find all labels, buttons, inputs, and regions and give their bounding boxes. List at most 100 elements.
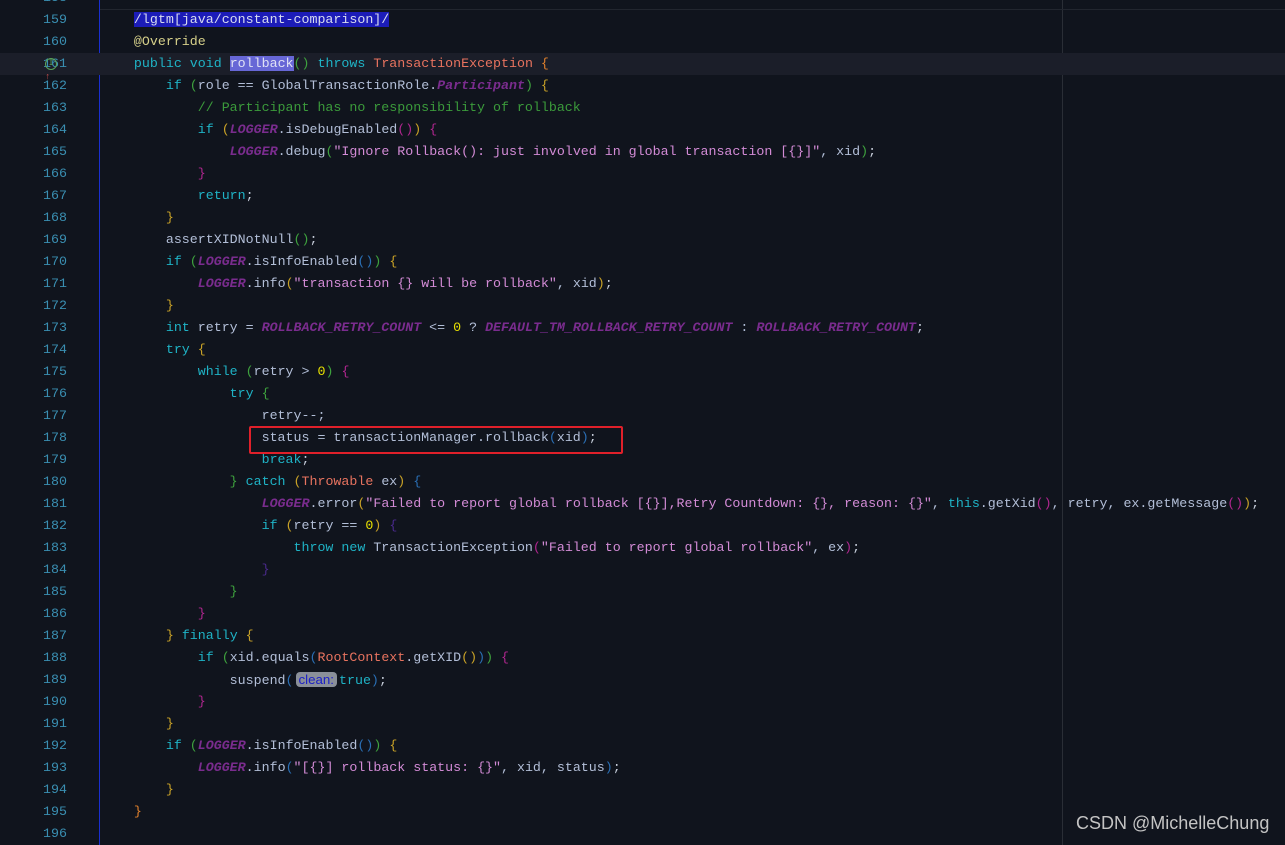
code-text[interactable]: if (LOGGER.isInfoEnabled()) { bbox=[102, 735, 397, 757]
code-text[interactable]: @Override bbox=[102, 31, 206, 53]
code-line[interactable]: 170 if (LOGGER.isInfoEnabled()) { bbox=[0, 251, 1285, 273]
code-line[interactable]: 164 if (LOGGER.isDebugEnabled()) { bbox=[0, 119, 1285, 141]
code-line[interactable]: 181 LOGGER.error("Failed to report globa… bbox=[0, 493, 1285, 515]
line-number[interactable]: 189 bbox=[0, 669, 67, 691]
line-number[interactable]: 188 bbox=[0, 647, 67, 669]
code-text[interactable]: LOGGER.debug("Ignore Rollback(): just in… bbox=[102, 141, 876, 163]
implements-override-icon[interactable]: I↑ bbox=[45, 56, 59, 82]
code-text[interactable]: try { bbox=[102, 383, 270, 405]
code-line[interactable]: 191 } bbox=[0, 713, 1285, 735]
code-line[interactable]: 176 try { bbox=[0, 383, 1285, 405]
line-number[interactable]: 191 bbox=[0, 713, 67, 735]
line-number[interactable]: 190 bbox=[0, 691, 67, 713]
code-text[interactable]: int retry = ROLLBACK_RETRY_COUNT <= 0 ? … bbox=[102, 317, 924, 339]
code-text[interactable]: } bbox=[102, 207, 174, 229]
line-number[interactable]: 171 bbox=[0, 273, 67, 295]
line-number[interactable]: 179 bbox=[0, 449, 67, 471]
code-editor[interactable]: 158159 /lgtm[java/constant-comparison]/1… bbox=[0, 0, 1285, 845]
code-line[interactable]: 179 break; bbox=[0, 449, 1285, 471]
line-number[interactable]: 176 bbox=[0, 383, 67, 405]
line-number[interactable]: 186 bbox=[0, 603, 67, 625]
line-number[interactable]: 162 bbox=[0, 75, 67, 97]
line-number[interactable]: 184 bbox=[0, 559, 67, 581]
code-line[interactable]: 192 if (LOGGER.isInfoEnabled()) { bbox=[0, 735, 1285, 757]
code-line[interactable]: 186 } bbox=[0, 603, 1285, 625]
line-number[interactable]: 193 bbox=[0, 757, 67, 779]
code-text[interactable]: suspend(clean: true); bbox=[102, 669, 387, 692]
code-text[interactable]: retry--; bbox=[102, 405, 326, 427]
line-number[interactable]: 174 bbox=[0, 339, 67, 361]
code-line[interactable]: 177 retry--; bbox=[0, 405, 1285, 427]
code-text[interactable]: } bbox=[102, 295, 174, 317]
code-text[interactable]: } bbox=[102, 691, 206, 713]
code-text[interactable]: // Participant has no responsibility of … bbox=[102, 97, 581, 119]
code-line[interactable]: 168 } bbox=[0, 207, 1285, 229]
code-line[interactable]: 160 @Override bbox=[0, 31, 1285, 53]
code-line[interactable]: 185 } bbox=[0, 581, 1285, 603]
code-text[interactable]: if (xid.equals(RootContext.getXID())) { bbox=[102, 647, 509, 669]
code-line[interactable]: 188 if (xid.equals(RootContext.getXID())… bbox=[0, 647, 1285, 669]
line-number[interactable]: 175 bbox=[0, 361, 67, 383]
code-text[interactable]: } bbox=[102, 801, 142, 823]
line-number[interactable]: 195 bbox=[0, 801, 67, 823]
code-text[interactable]: } bbox=[102, 163, 206, 185]
code-line[interactable]: 159 /lgtm[java/constant-comparison]/ bbox=[0, 9, 1285, 31]
code-line[interactable]: 178 status = transactionManager.rollback… bbox=[0, 427, 1285, 449]
code-line[interactable]: 161 I↑ public void rollback() throws Tran… bbox=[0, 53, 1285, 82]
code-text[interactable]: try { bbox=[102, 339, 206, 361]
code-text[interactable]: LOGGER.info("[{}] rollback status: {}", … bbox=[102, 757, 621, 779]
code-line[interactable]: 171 LOGGER.info("transaction {} will be … bbox=[0, 273, 1285, 295]
code-text[interactable]: } bbox=[102, 603, 206, 625]
code-line[interactable]: 174 try { bbox=[0, 339, 1285, 361]
line-number[interactable]: 178 bbox=[0, 427, 67, 449]
code-text[interactable]: } bbox=[102, 581, 238, 603]
code-text[interactable]: LOGGER.error("Failed to report global ro… bbox=[102, 493, 1260, 515]
code-text[interactable]: } bbox=[102, 713, 174, 735]
code-text[interactable]: assertXIDNotNull(); bbox=[102, 229, 318, 251]
code-line[interactable]: 165 LOGGER.debug("Ignore Rollback(): jus… bbox=[0, 141, 1285, 163]
code-line[interactable]: 163 // Participant has no responsibility… bbox=[0, 97, 1285, 119]
code-line[interactable]: 166 } bbox=[0, 163, 1285, 185]
line-number[interactable]: 168 bbox=[0, 207, 67, 229]
code-line[interactable]: 173 int retry = ROLLBACK_RETRY_COUNT <= … bbox=[0, 317, 1285, 339]
code-line[interactable]: 172 } bbox=[0, 295, 1285, 317]
code-text[interactable]: LOGGER.info("transaction {} will be roll… bbox=[102, 273, 613, 295]
line-number[interactable]: 165 bbox=[0, 141, 67, 163]
code-text[interactable]: if (role == GlobalTransactionRole.Partic… bbox=[102, 75, 549, 97]
line-number[interactable]: 163 bbox=[0, 97, 67, 119]
code-text[interactable]: while (retry > 0) { bbox=[102, 361, 350, 383]
line-number[interactable]: 180 bbox=[0, 471, 67, 493]
line-number[interactable]: 169 bbox=[0, 229, 67, 251]
code-line[interactable]: 167 return; bbox=[0, 185, 1285, 207]
line-number[interactable]: 185 bbox=[0, 581, 67, 603]
line-number[interactable]: 166 bbox=[0, 163, 67, 185]
line-number[interactable]: 196 bbox=[0, 823, 67, 845]
code-line[interactable]: 187 } finally { bbox=[0, 625, 1285, 647]
code-text[interactable]: public void rollback() throws Transactio… bbox=[102, 53, 549, 75]
line-number[interactable]: 194 bbox=[0, 779, 67, 801]
line-number[interactable]: 187 bbox=[0, 625, 67, 647]
code-text[interactable]: /lgtm[java/constant-comparison]/ bbox=[102, 9, 390, 31]
line-number[interactable]: 158 bbox=[0, 0, 67, 9]
line-number[interactable]: 182 bbox=[0, 515, 67, 537]
code-text[interactable]: if (LOGGER.isInfoEnabled()) { bbox=[102, 251, 397, 273]
line-number[interactable]: 159 bbox=[0, 9, 67, 31]
code-line[interactable]: 193 LOGGER.info("[{}] rollback status: {… bbox=[0, 757, 1285, 779]
line-number[interactable]: 172 bbox=[0, 295, 67, 317]
code-text[interactable]: } catch (Throwable ex) { bbox=[102, 471, 422, 493]
code-line[interactable]: 194 } bbox=[0, 779, 1285, 801]
code-line[interactable]: 162 if (role == GlobalTransactionRole.Pa… bbox=[0, 75, 1285, 97]
line-number[interactable]: 167 bbox=[0, 185, 67, 207]
code-line[interactable]: 189 suspend(clean: true); bbox=[0, 669, 1285, 691]
code-line[interactable]: 190 } bbox=[0, 691, 1285, 713]
code-text[interactable]: } bbox=[102, 779, 174, 801]
line-number[interactable]: 183 bbox=[0, 537, 67, 559]
code-text[interactable]: } bbox=[102, 559, 270, 581]
code-line[interactable]: 182 if (retry == 0) { bbox=[0, 515, 1285, 537]
code-text[interactable]: if (LOGGER.isDebugEnabled()) { bbox=[102, 119, 437, 141]
line-number[interactable]: 181 bbox=[0, 493, 67, 515]
line-number[interactable]: 170 bbox=[0, 251, 67, 273]
line-number[interactable]: 173 bbox=[0, 317, 67, 339]
code-line[interactable]: 158 bbox=[0, 0, 1285, 9]
code-line[interactable]: 180 } catch (Throwable ex) { bbox=[0, 471, 1285, 493]
